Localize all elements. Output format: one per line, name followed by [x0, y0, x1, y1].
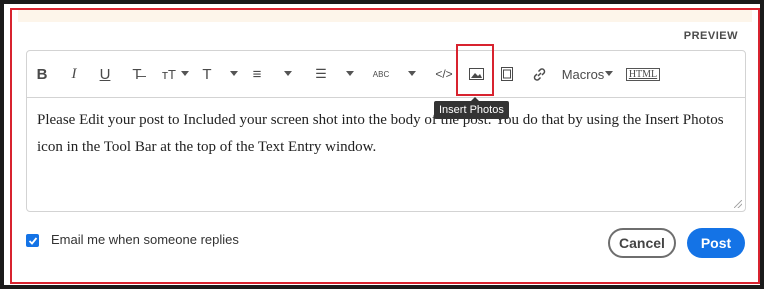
- annotation-insert-photos-highlight: [456, 44, 494, 96]
- chevron-down-icon[interactable]: [284, 71, 292, 76]
- code-button[interactable]: </>: [433, 65, 455, 83]
- html-button[interactable]: HTML: [625, 65, 661, 83]
- resize-handle-icon[interactable]: [734, 200, 742, 208]
- chevron-down-icon[interactable]: [605, 71, 613, 76]
- film-icon: [501, 67, 513, 81]
- italic-icon: I: [71, 65, 77, 82]
- editor-toolbar: B I U T̶ ᴛT T ≡ ☰ ABC </> Macros HTML: [27, 51, 745, 98]
- code-icon: </>: [435, 67, 453, 81]
- email-notify-checkbox[interactable]: [26, 234, 39, 247]
- bullet-list-icon: ☰: [315, 66, 327, 81]
- strikethrough-icon: T̶: [132, 65, 142, 83]
- editor-body-text[interactable]: Please Edit your post to Included your s…: [37, 107, 737, 161]
- strikethrough-button[interactable]: T̶: [129, 65, 145, 83]
- insert-video-button[interactable]: [499, 65, 515, 83]
- spellcheck-button[interactable]: ABC: [371, 65, 391, 83]
- email-notify-label: Email me when someone replies: [51, 232, 239, 247]
- link-icon: [533, 67, 545, 81]
- bold-button[interactable]: B: [35, 65, 49, 83]
- cancel-button[interactable]: Cancel: [608, 228, 676, 258]
- bullet-list-button[interactable]: ☰: [313, 65, 329, 83]
- chevron-down-icon[interactable]: [181, 71, 189, 76]
- spellcheck-icon: ABC: [372, 69, 390, 79]
- checkmark-icon: [28, 236, 37, 245]
- text-color-icon: T: [202, 65, 212, 83]
- macros-label: Macros: [561, 66, 605, 82]
- chevron-down-icon[interactable]: [346, 71, 354, 76]
- font-size-button[interactable]: ᴛT: [159, 65, 179, 83]
- bold-icon: B: [36, 65, 48, 83]
- underline-icon: U: [99, 65, 111, 83]
- font-size-icon: ᴛT: [162, 66, 176, 82]
- preview-link[interactable]: PREVIEW: [684, 30, 738, 42]
- ordered-list-icon: ≡: [252, 65, 262, 83]
- chevron-down-icon[interactable]: [230, 71, 238, 76]
- underline-button[interactable]: U: [98, 65, 112, 83]
- chevron-down-icon[interactable]: [408, 71, 416, 76]
- ordered-list-button[interactable]: ≡: [249, 65, 265, 83]
- italic-button[interactable]: I: [67, 65, 81, 83]
- insert-link-button[interactable]: [530, 65, 548, 83]
- html-label: HTML: [625, 67, 661, 81]
- text-color-button[interactable]: T: [199, 65, 215, 83]
- insert-photos-tooltip: Insert Photos: [434, 101, 509, 119]
- macros-button[interactable]: Macros: [561, 65, 605, 83]
- post-button[interactable]: Post: [687, 228, 745, 258]
- rich-text-editor[interactable]: B I U T̶ ᴛT T ≡ ☰ ABC </> Macros HTML Pl…: [26, 50, 746, 212]
- screenshot-frame: PREVIEW B I U T̶ ᴛT T ≡ ☰ ABC </> Macros…: [0, 0, 764, 289]
